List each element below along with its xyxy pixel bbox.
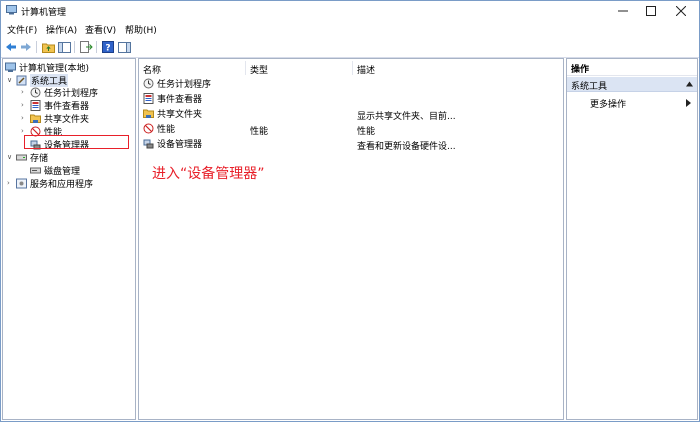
toolbar: ? [1, 37, 699, 58]
actions-header-label: 操作 [571, 65, 590, 75]
collapse-chevron-icon[interactable]: ∨ [7, 76, 12, 84]
list-item-device-manager[interactable]: 设备管理器 [143, 137, 202, 150]
tree-label: 共享文件夹 [44, 115, 90, 125]
submenu-arrow-icon [686, 99, 691, 107]
console-tree-pane: 计算机管理(本地) ∨ 系统工具 › 任务计划程序 › 事件查看器 › 共享文件… [2, 58, 136, 420]
list-item-description: 显示共享文件夹、目前... [357, 112, 456, 122]
list-item-name: 性能 [157, 125, 176, 135]
folder-up-icon [41, 43, 55, 53]
expand-chevron-icon[interactable]: › [7, 179, 10, 187]
help-icon: ? [102, 41, 114, 53]
clock-icon [30, 87, 41, 98]
list-item-performance[interactable]: 性能 [143, 122, 175, 135]
show-hide-action-pane-button[interactable] [117, 40, 131, 54]
tree-label: 服务和应用程序 [30, 180, 94, 190]
list-item-event-viewer[interactable]: 事件查看器 [143, 92, 202, 105]
computer-management-icon [5, 62, 16, 73]
close-icon [676, 6, 686, 16]
action-pane-icon [117, 41, 131, 53]
tree-label: 计算机管理(本地) [19, 64, 90, 74]
event-viewer-icon [30, 100, 41, 111]
minimize-icon [618, 10, 628, 12]
list-item-type: 性能 [250, 127, 269, 137]
console-tree-icon [57, 41, 71, 53]
toolbar-separator [36, 41, 37, 53]
services-apps-icon [16, 178, 27, 189]
list-item-shared-folders[interactable]: 共享文件夹 [143, 107, 202, 120]
actions-pane: 操作 系统工具 更多操作 [566, 58, 698, 420]
list-item-description: 性能 [357, 127, 376, 137]
close-button[interactable] [666, 1, 696, 21]
svg-text:?: ? [105, 44, 110, 54]
menu-view[interactable]: 查看(V) [85, 23, 116, 36]
results-list-pane: 名称 类型 描述 任务计划程序 事件查看器 共享文件夹 显示共享文件夹、目前..… [138, 58, 564, 420]
expand-chevron-icon[interactable]: › [21, 114, 24, 122]
shared-folder-icon [143, 108, 154, 119]
tree-item-task-scheduler[interactable]: 任务计划程序 [30, 86, 98, 99]
annotation-text: 进入“设备管理器” [152, 166, 265, 182]
actions-section-system-tools[interactable]: 系统工具 [567, 77, 697, 92]
device-manager-highlight-box [24, 135, 129, 149]
disk-management-icon [30, 165, 41, 176]
help-button[interactable]: ? [101, 40, 115, 54]
computer-management-icon [6, 5, 17, 15]
tree-label: 任务计划程序 [44, 89, 99, 99]
toolbar-separator [74, 41, 75, 53]
tree-item-root[interactable]: 计算机管理(本地) [5, 61, 89, 74]
menu-action[interactable]: 操作(A) [46, 23, 77, 36]
expand-chevron-icon[interactable]: › [21, 101, 24, 109]
more-actions-item[interactable]: 更多操作 [590, 97, 626, 110]
collapse-triangle-icon [686, 81, 693, 87]
maximize-button[interactable] [636, 1, 666, 21]
tree-label: 事件查看器 [44, 102, 90, 112]
forward-arrow-icon [21, 43, 31, 51]
performance-icon [143, 123, 154, 134]
export-list-icon [79, 41, 93, 53]
menu-help[interactable]: 帮助(H) [125, 23, 157, 36]
column-header-description[interactable]: 描述 [357, 63, 375, 76]
system-tools-icon [16, 75, 27, 86]
maximize-icon [646, 6, 656, 16]
actions-header: 操作 [567, 59, 697, 76]
toolbar-separator [96, 41, 97, 53]
menu-file[interactable]: 文件(F) [7, 23, 37, 36]
column-separator[interactable] [245, 61, 246, 75]
column-header-name[interactable]: 名称 [143, 63, 161, 76]
show-hide-tree-button[interactable] [57, 40, 71, 54]
tree-label: 磁盘管理 [44, 167, 81, 177]
expand-chevron-icon[interactable]: › [21, 88, 24, 96]
tree-item-services-apps[interactable]: 服务和应用程序 [16, 177, 93, 190]
expand-chevron-icon[interactable]: › [21, 127, 24, 135]
collapse-chevron-icon[interactable]: ∨ [7, 153, 12, 161]
title-bar: 计算机管理 [1, 1, 699, 21]
up-folder-button[interactable] [41, 40, 55, 54]
minimize-button[interactable] [608, 1, 638, 21]
event-viewer-icon [143, 93, 154, 104]
list-item-name: 任务计划程序 [157, 80, 212, 90]
actions-section-label: 系统工具 [571, 82, 608, 92]
shared-folder-icon [30, 113, 41, 124]
list-item-name: 设备管理器 [157, 140, 203, 150]
tree-item-storage[interactable]: 存储 [16, 151, 48, 164]
column-header-type[interactable]: 类型 [250, 63, 268, 76]
back-arrow-icon [6, 43, 16, 51]
computer-management-window: 计算机管理 文件(F) 操作(A) 查看(V) 帮助(H) ? 计算机管理(本地… [0, 0, 700, 422]
forward-button[interactable] [19, 40, 33, 54]
list-item-task-scheduler[interactable]: 任务计划程序 [143, 77, 211, 90]
column-separator[interactable] [352, 61, 353, 75]
tree-item-disk-management[interactable]: 磁盘管理 [30, 164, 80, 177]
back-button[interactable] [4, 40, 18, 54]
export-list-button[interactable] [79, 40, 93, 54]
list-item-name: 共享文件夹 [157, 110, 203, 120]
menu-bar: 文件(F) 操作(A) 查看(V) 帮助(H) [1, 21, 699, 37]
tree-item-event-viewer[interactable]: 事件查看器 [30, 99, 89, 112]
storage-icon [16, 152, 27, 163]
list-item-description: 查看和更新设备硬件设... [357, 142, 456, 152]
device-manager-icon [143, 138, 154, 149]
tree-item-shared-folders[interactable]: 共享文件夹 [30, 112, 89, 125]
list-item-name: 事件查看器 [157, 95, 203, 105]
window-title: 计算机管理 [21, 8, 67, 18]
clock-icon [143, 78, 154, 89]
tree-label: 存储 [30, 154, 49, 164]
